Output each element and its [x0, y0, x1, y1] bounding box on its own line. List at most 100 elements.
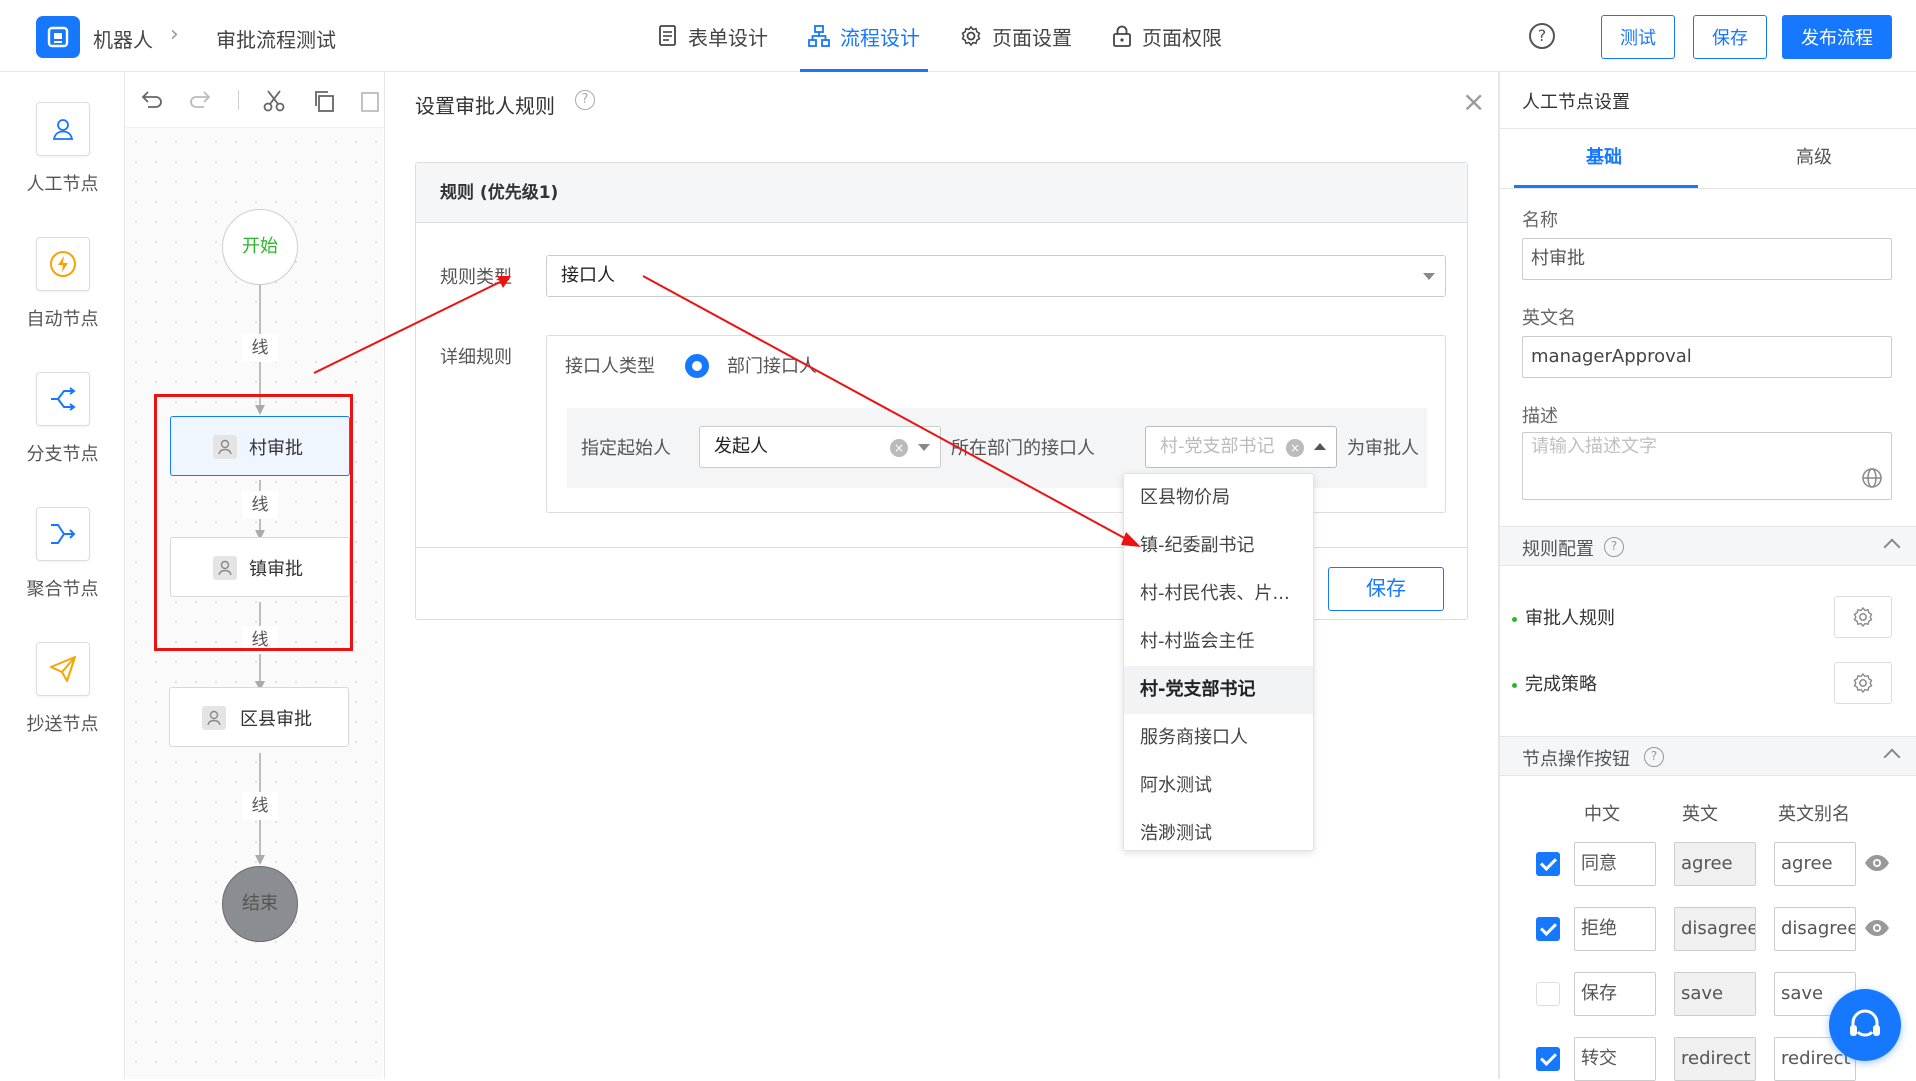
approver-rule-item: 审批人规则	[1512, 604, 1615, 630]
tab-page-permissions[interactable]: 页面权限	[1104, 0, 1230, 72]
close-icon[interactable]: ×	[1462, 88, 1485, 116]
description-input[interactable]: 请输入描述文字	[1522, 432, 1892, 500]
tab-label: 表单设计	[688, 25, 768, 50]
contact-type-radio[interactable]	[685, 354, 709, 378]
globe-icon[interactable]	[1861, 467, 1883, 489]
dept-contact-text: 所在部门的接口人	[951, 438, 1095, 459]
edge-label[interactable]: 线	[242, 792, 278, 820]
tab-label: 流程设计	[840, 25, 920, 50]
english-name-input[interactable]: managerApproval	[1522, 336, 1892, 378]
rule-header: 规则 (优先级1)	[416, 163, 1467, 223]
dialog-title: 设置审批人规则	[415, 94, 555, 118]
flow-node-county[interactable]: 区县审批	[169, 687, 349, 747]
palette-item-merge[interactable]: 聚合节点	[0, 507, 125, 601]
name-label: 名称	[1522, 210, 1558, 231]
op-checkbox[interactable]	[1536, 852, 1560, 876]
rule-save-button[interactable]: 保存	[1328, 567, 1444, 611]
rule-type-select[interactable]: 接口人	[546, 255, 1446, 297]
chevron-up-icon[interactable]	[1883, 748, 1901, 766]
divider	[1500, 188, 1916, 189]
as-approver-text: 为审批人	[1347, 438, 1419, 459]
help-icon[interactable]: ?	[1644, 747, 1664, 767]
palette-label: 人工节点	[26, 174, 99, 195]
op-alias-input[interactable]: disagree	[1774, 907, 1856, 951]
main-tabs: 表单设计 流程设计 页面设置 页面权限	[650, 0, 1254, 72]
english-name-label: 英文名	[1522, 308, 1576, 329]
dropdown-option[interactable]: 阿水测试	[1124, 762, 1313, 810]
undo-icon[interactable]	[140, 89, 164, 111]
dropdown-option-selected[interactable]: 村-党支部书记	[1124, 666, 1313, 714]
app-logo-icon[interactable]	[36, 16, 80, 58]
palette-label: 自动节点	[26, 309, 99, 330]
gear-icon	[961, 25, 981, 47]
tab-basic[interactable]: 基础	[1514, 143, 1694, 169]
op-cn-input[interactable]: 同意	[1574, 842, 1656, 886]
op-checkbox[interactable]	[1536, 1047, 1560, 1071]
op-cn-input[interactable]: 转交	[1574, 1037, 1656, 1081]
flow-icon	[808, 25, 830, 47]
dropdown-option[interactable]: 村-村监会主任	[1124, 618, 1313, 666]
description-placeholder: 请输入描述文字	[1531, 436, 1657, 457]
help-icon[interactable]: ?	[575, 90, 595, 110]
cut-icon[interactable]	[262, 89, 286, 113]
contact-type-option[interactable]: 部门接口人	[727, 352, 817, 378]
completion-strategy-settings-button[interactable]	[1834, 662, 1892, 704]
dropdown-option[interactable]: 浩渺测试	[1124, 810, 1313, 850]
op-cn-input[interactable]: 保存	[1574, 972, 1656, 1016]
end-node[interactable]: 结束	[222, 866, 298, 942]
merge-icon	[50, 524, 75, 544]
test-button[interactable]: 测试	[1601, 15, 1675, 59]
contact-placeholder: 村-党支部书记	[1160, 436, 1275, 457]
start-person-select[interactable]: 发起人 ×	[699, 426, 941, 468]
edge-label[interactable]: 线	[242, 334, 278, 362]
palette-label: 聚合节点	[26, 579, 99, 600]
op-checkbox[interactable]	[1536, 982, 1560, 1006]
contact-dropdown: 区县物价局 镇-纪委副书记 村-村民代表、片... 村-村监会主任 村-党支部书…	[1123, 473, 1314, 851]
lightning-icon	[49, 251, 76, 277]
op-cn-input[interactable]: 拒绝	[1574, 907, 1656, 951]
tab-flow-design[interactable]: 流程设计	[800, 0, 928, 72]
customer-service-button[interactable]	[1829, 989, 1901, 1061]
help-icon[interactable]: ?	[1529, 23, 1555, 49]
rule-config-section[interactable]: 规则配置 ?	[1500, 526, 1916, 566]
tab-page-settings[interactable]: 页面设置	[952, 0, 1080, 72]
redo-icon[interactable]	[188, 89, 212, 111]
palette-label: 抄送节点	[26, 714, 99, 735]
name-input[interactable]: 村审批	[1522, 238, 1892, 280]
palette-item-auto[interactable]: 自动节点	[0, 237, 125, 331]
copy-icon[interactable]	[312, 89, 336, 113]
help-icon[interactable]: ?	[1604, 537, 1624, 557]
op-checkbox[interactable]	[1536, 917, 1560, 941]
tab-form-design[interactable]: 表单设计	[650, 0, 776, 72]
palette-item-cc[interactable]: 抄送节点	[0, 642, 125, 736]
eye-icon[interactable]	[1864, 854, 1890, 872]
dropdown-option[interactable]: 服务商接口人	[1124, 714, 1313, 762]
publish-button[interactable]: 发布流程	[1782, 15, 1892, 59]
rule-type-value: 接口人	[561, 265, 615, 286]
document-icon	[659, 25, 676, 46]
palette-item-manual[interactable]: 人工节点	[0, 102, 125, 196]
flow-node-label: 区县审批	[240, 709, 312, 730]
save-button[interactable]: 保存	[1693, 15, 1767, 59]
contact-select[interactable]: 村-党支部书记 ×	[1145, 426, 1337, 468]
node-ops-section[interactable]: 节点操作按钮 ?	[1500, 736, 1916, 776]
user-icon	[202, 706, 226, 730]
clear-icon[interactable]: ×	[890, 439, 908, 457]
start-node[interactable]: 开始	[222, 209, 298, 285]
rule-type-label: 规则类型	[440, 267, 512, 288]
palette-item-branch[interactable]: 分支节点	[0, 372, 125, 466]
approver-rule-settings-button[interactable]	[1834, 596, 1892, 638]
op-alias-input[interactable]: agree	[1774, 842, 1856, 886]
chevron-up-icon[interactable]	[1883, 538, 1901, 556]
dropdown-option[interactable]: 村-村民代表、片...	[1124, 570, 1313, 618]
chevron-up-icon	[1314, 443, 1326, 450]
eye-icon[interactable]	[1864, 919, 1890, 937]
node-settings-panel: 人工节点设置 基础 高级 名称 村审批 英文名 managerApproval …	[1500, 72, 1916, 1081]
tab-advanced[interactable]: 高级	[1724, 143, 1904, 169]
lock-icon	[1113, 25, 1131, 47]
paste-icon[interactable]	[360, 89, 380, 113]
dropdown-option[interactable]: 镇-纪委副书记	[1124, 522, 1313, 570]
clear-icon[interactable]: ×	[1286, 439, 1304, 457]
breadcrumb-app[interactable]: 机器人	[93, 24, 153, 53]
dropdown-option[interactable]: 区县物价局	[1124, 474, 1313, 522]
